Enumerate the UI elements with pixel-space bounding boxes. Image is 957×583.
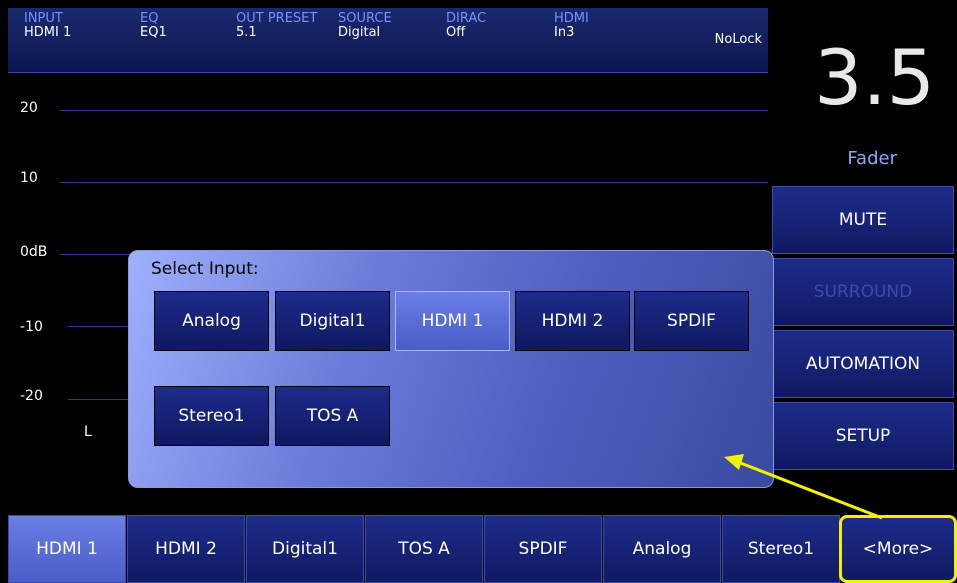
tab-hdmi1[interactable]: HDMI 1: [8, 515, 126, 583]
more-button[interactable]: <More>: [839, 515, 957, 583]
status-source-label: SOURCE: [338, 11, 392, 26]
grid-label-10: 10: [20, 170, 38, 186]
status-dirac: DIRAC Off: [446, 12, 486, 40]
grid-label-0db: 0dB: [20, 244, 48, 260]
dialog-title: Select Input:: [151, 259, 259, 279]
lock-status: NoLock: [714, 32, 762, 47]
status-eq-label: EQ: [140, 11, 159, 26]
grid-label-minus20: -20: [20, 388, 43, 404]
status-hdmi: HDMI In3: [554, 12, 589, 40]
fader-label: Fader: [847, 148, 897, 169]
status-bar: INPUT HDMI 1 EQ EQ1 OUT PRESET 5.1 SOURC…: [8, 8, 768, 73]
select-input-dialog: Select Input: Analog Digital1 HDMI 1 HDM…: [128, 250, 774, 488]
tab-digital1[interactable]: Digital1: [246, 515, 364, 583]
setup-button[interactable]: SETUP: [772, 402, 954, 470]
input-option-analog[interactable]: Analog: [154, 291, 269, 351]
tab-spdif[interactable]: SPDIF: [484, 515, 602, 583]
input-option-hdmi2[interactable]: HDMI 2: [515, 291, 630, 351]
status-hdmi-value: In3: [554, 25, 575, 40]
tab-hdmi2[interactable]: HDMI 2: [127, 515, 245, 583]
tab-analog[interactable]: Analog: [603, 515, 721, 583]
grid-line: [60, 110, 768, 111]
status-source-value: Digital: [338, 25, 381, 40]
status-input: INPUT HDMI 1: [24, 12, 71, 40]
input-option-tos-a[interactable]: TOS A: [275, 386, 390, 446]
tab-tos-a[interactable]: TOS A: [365, 515, 483, 583]
status-dirac-value: Off: [446, 25, 466, 40]
channel-label: L: [84, 424, 92, 440]
status-out-preset-label: OUT PRESET: [236, 11, 318, 26]
input-option-hdmi1[interactable]: HDMI 1: [395, 291, 510, 351]
input-option-digital1[interactable]: Digital1: [275, 291, 390, 351]
status-out-preset-value: 5.1: [236, 25, 257, 40]
grid-label-minus10: -10: [20, 319, 43, 335]
status-eq: EQ EQ1: [140, 12, 167, 40]
mute-button[interactable]: MUTE: [772, 186, 954, 254]
input-option-stereo1[interactable]: Stereo1: [154, 386, 269, 446]
status-eq-value: EQ1: [140, 25, 167, 40]
grid-label-20: 20: [20, 100, 38, 116]
surround-button[interactable]: SURROUND: [772, 258, 954, 326]
status-out-preset: OUT PRESET 5.1: [236, 12, 317, 40]
fader-value: 3.5: [814, 33, 935, 122]
status-hdmi-label: HDMI: [554, 11, 589, 26]
grid-line: [60, 182, 768, 183]
status-input-label: INPUT: [24, 11, 63, 26]
input-option-spdif[interactable]: SPDIF: [634, 291, 749, 351]
fader-display: 3.5 Fader: [770, 8, 957, 184]
automation-button[interactable]: AUTOMATION: [772, 330, 954, 398]
status-dirac-label: DIRAC: [446, 11, 487, 26]
tab-stereo1[interactable]: Stereo1: [722, 515, 840, 583]
status-source: SOURCE Digital: [338, 12, 392, 40]
status-input-value: HDMI 1: [24, 25, 72, 40]
input-tab-bar: HDMI 1 HDMI 2 Digital1 TOS A SPDIF Analo…: [8, 515, 957, 583]
